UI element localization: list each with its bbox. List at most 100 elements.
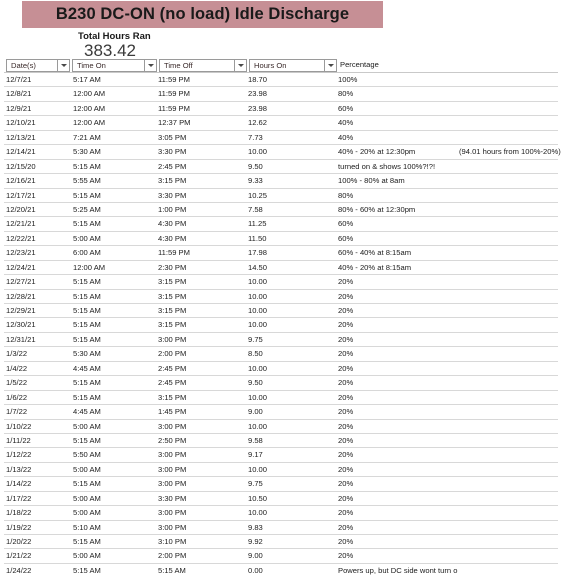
cell-time-off[interactable]: 3:30 PM	[158, 145, 244, 158]
table-row[interactable]: 1/21/22 5:00 AM 2:00 PM 9.00 20%	[4, 548, 558, 562]
cell-date[interactable]: 12/27/21	[6, 275, 68, 288]
cell-hours-on[interactable]: 9.50	[248, 160, 334, 173]
cell-date[interactable]: 1/10/22	[6, 420, 68, 433]
cell-hours-on[interactable]: 10.00	[248, 275, 334, 288]
table-row[interactable]: 12/13/21 7:21 AM 3:05 PM 7.73 40%	[4, 129, 558, 144]
cell-time-off[interactable]: 4:30 PM	[158, 217, 244, 230]
cell-date[interactable]: 12/8/21	[6, 87, 68, 100]
cell-percentage[interactable]: 60%	[338, 217, 458, 230]
cell-percentage[interactable]: 20%	[338, 434, 458, 447]
filter-dropdown-icon-hours-on[interactable]	[324, 60, 336, 71]
cell-percentage[interactable]: 20%	[338, 405, 458, 418]
table-row[interactable]: 12/30/21 5:15 AM 3:15 PM 10.00 20%	[4, 317, 558, 331]
cell-percentage[interactable]: 20%	[338, 304, 458, 317]
cell-time-off[interactable]: 11:59 PM	[158, 102, 244, 115]
cell-percentage[interactable]: 60%	[338, 232, 458, 245]
cell-time-off[interactable]: 2:45 PM	[158, 160, 244, 173]
cell-hours-on[interactable]: 9.58	[248, 434, 334, 447]
cell-hours-on[interactable]: 0.00	[248, 564, 334, 577]
cell-hours-on[interactable]: 7.58	[248, 203, 334, 216]
cell-hours-on[interactable]: 10.00	[248, 304, 334, 317]
cell-time-on[interactable]: 5:15 AM	[73, 376, 155, 389]
cell-date[interactable]: 1/18/22	[6, 506, 68, 519]
table-row[interactable]: 1/24/22 5:15 AM 5:15 AM 0.00 Powers up, but …	[4, 562, 558, 577]
cell-time-on[interactable]: 4:45 AM	[73, 405, 155, 418]
cell-time-off[interactable]: 2:00 PM	[158, 549, 244, 562]
cell-hours-on[interactable]: 10.00	[248, 145, 334, 158]
cell-time-on[interactable]: 12:00 AM	[73, 261, 155, 274]
cell-percentage[interactable]: 100% - 80% at 8am	[338, 174, 458, 187]
cell-time-on[interactable]: 5:15 AM	[73, 304, 155, 317]
cell-percentage[interactable]: 20%	[338, 318, 458, 331]
table-row[interactable]: 1/11/22 5:15 AM 2:50 PM 9.58 20%	[4, 432, 558, 447]
table-row[interactable]: 1/14/22 5:15 AM 3:00 PM 9.75 20%	[4, 476, 558, 490]
cell-percentage[interactable]: 20%	[338, 463, 458, 476]
cell-time-on[interactable]: 5:00 AM	[73, 506, 155, 519]
cell-percentage[interactable]: 20%	[338, 521, 458, 534]
cell-time-off[interactable]: 2:45 PM	[158, 376, 244, 389]
cell-date[interactable]: 12/22/21	[6, 232, 68, 245]
cell-time-off[interactable]: 3:00 PM	[158, 420, 244, 433]
cell-date[interactable]: 1/21/22	[6, 549, 68, 562]
cell-percentage[interactable]: 80% - 60% at 12:30pm	[338, 203, 458, 216]
cell-date[interactable]: 12/21/21	[6, 217, 68, 230]
cell-time-off[interactable]: 2:00 PM	[158, 347, 244, 360]
cell-date[interactable]: 12/29/21	[6, 304, 68, 317]
table-row[interactable]: 12/8/21 12:00 AM 11:59 PM 23.98 80%	[4, 86, 558, 100]
cell-time-on[interactable]: 5:00 AM	[73, 232, 155, 245]
cell-date[interactable]: 12/24/21	[6, 261, 68, 274]
cell-date[interactable]: 1/6/22	[6, 391, 68, 404]
cell-percentage[interactable]: 20%	[338, 535, 458, 548]
cell-time-on[interactable]: 4:45 AM	[73, 362, 155, 375]
cell-hours-on[interactable]: 9.83	[248, 521, 334, 534]
cell-date[interactable]: 12/31/21	[6, 333, 68, 346]
cell-date[interactable]: 12/10/21	[6, 116, 68, 129]
cell-hours-on[interactable]: 9.33	[248, 174, 334, 187]
cell-time-off[interactable]: 3:15 PM	[158, 275, 244, 288]
cell-hours-on[interactable]: 10.00	[248, 420, 334, 433]
cell-hours-on[interactable]: 17.98	[248, 246, 334, 259]
cell-percentage[interactable]: 20%	[338, 362, 458, 375]
cell-time-off[interactable]: 4:30 PM	[158, 232, 244, 245]
cell-hours-on[interactable]: 9.00	[248, 405, 334, 418]
cell-percentage[interactable]: 40%	[338, 116, 458, 129]
cell-date[interactable]: 12/16/21	[6, 174, 68, 187]
cell-time-on[interactable]: 5:00 AM	[73, 420, 155, 433]
cell-time-off[interactable]: 2:30 PM	[158, 261, 244, 274]
table-row[interactable]: 1/18/22 5:00 AM 3:00 PM 10.00 20%	[4, 505, 558, 519]
cell-time-off[interactable]: 3:00 PM	[158, 463, 244, 476]
table-row[interactable]: 1/13/22 5:00 AM 3:00 PM 10.00 20%	[4, 461, 558, 476]
cell-hours-on[interactable]: 8.50	[248, 347, 334, 360]
cell-percentage[interactable]: Powers up, but DC side wont turn on.	[338, 564, 458, 577]
cell-time-on[interactable]: 5:15 AM	[73, 434, 155, 447]
cell-time-off[interactable]: 3:05 PM	[158, 131, 244, 144]
cell-percentage[interactable]: 20%	[338, 477, 458, 490]
cell-date[interactable]: 12/30/21	[6, 318, 68, 331]
cell-hours-on[interactable]: 10.25	[248, 189, 334, 202]
cell-time-off[interactable]: 3:15 PM	[158, 304, 244, 317]
cell-percentage[interactable]: 20%	[338, 376, 458, 389]
cell-time-off[interactable]: 3:00 PM	[158, 477, 244, 490]
cell-date[interactable]: 12/20/21	[6, 203, 68, 216]
cell-time-on[interactable]: 5:30 AM	[73, 145, 155, 158]
cell-date[interactable]: 1/3/22	[6, 347, 68, 360]
cell-time-on[interactable]: 5:15 AM	[73, 333, 155, 346]
cell-time-on[interactable]: 5:30 AM	[73, 347, 155, 360]
cell-time-off[interactable]: 3:15 PM	[158, 290, 244, 303]
cell-hours-on[interactable]: 10.00	[248, 463, 334, 476]
cell-time-on[interactable]: 5:25 AM	[73, 203, 155, 216]
cell-time-off[interactable]: 5:15 AM	[158, 564, 244, 577]
cell-time-on[interactable]: 5:15 AM	[73, 275, 155, 288]
table-row[interactable]: 1/4/22 4:45 AM 2:45 PM 10.00 20%	[4, 360, 558, 375]
cell-hours-on[interactable]: 12.62	[248, 116, 334, 129]
cell-time-on[interactable]: 5:15 AM	[73, 217, 155, 230]
table-row[interactable]: 1/3/22 5:30 AM 2:00 PM 8.50 20%	[4, 346, 558, 360]
cell-percentage[interactable]: 40% - 20% at 12:30pm	[338, 145, 458, 158]
cell-percentage[interactable]: 80%	[338, 87, 458, 100]
table-row[interactable]: 12/17/21 5:15 AM 3:30 PM 10.25 80%	[4, 187, 558, 202]
table-row[interactable]: 1/17/22 5:00 AM 3:30 PM 10.50 20%	[4, 490, 558, 505]
cell-hours-on[interactable]: 9.75	[248, 477, 334, 490]
cell-percentage[interactable]: 60% - 40% at 8:15am	[338, 246, 458, 259]
cell-time-off[interactable]: 1:45 PM	[158, 405, 244, 418]
cell-hours-on[interactable]: 11.50	[248, 232, 334, 245]
